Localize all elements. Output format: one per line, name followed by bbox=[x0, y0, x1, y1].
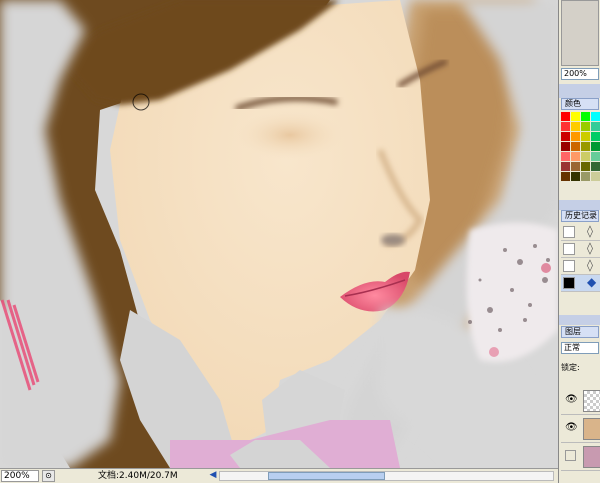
color-swatch[interactable] bbox=[591, 122, 600, 131]
scrollbar-thumb[interactable] bbox=[268, 472, 385, 480]
eye-icon[interactable]: 👁 bbox=[565, 422, 578, 433]
color-swatch[interactable] bbox=[561, 132, 570, 141]
color-swatch[interactable] bbox=[581, 172, 590, 181]
history-brush-icon bbox=[563, 277, 575, 289]
color-swatch[interactable] bbox=[591, 172, 600, 181]
lock-label: 锁定: bbox=[561, 363, 580, 372]
color-swatch[interactable] bbox=[561, 152, 570, 161]
visibility-box[interactable] bbox=[565, 450, 576, 461]
color-swatch[interactable] bbox=[591, 132, 600, 141]
document-size-info: 文档:2.40M/20.7M bbox=[98, 471, 178, 481]
color-swatch[interactable] bbox=[591, 112, 600, 121]
color-swatch[interactable] bbox=[561, 172, 570, 181]
color-swatch[interactable] bbox=[591, 142, 600, 151]
color-swatch[interactable] bbox=[581, 132, 590, 141]
panel-header bbox=[559, 200, 600, 210]
color-swatch[interactable] bbox=[581, 112, 590, 121]
color-swatch[interactable] bbox=[581, 152, 590, 161]
color-swatch[interactable] bbox=[571, 132, 580, 141]
color-swatch[interactable] bbox=[561, 142, 570, 151]
layer-row[interactable]: 👁 bbox=[561, 416, 600, 443]
drop-icon: ◊ bbox=[587, 224, 593, 238]
color-swatch[interactable] bbox=[571, 142, 580, 151]
eye-icon[interactable]: 👁 bbox=[565, 394, 578, 405]
portrait-artwork bbox=[0, 0, 558, 468]
tab-color[interactable]: 颜色 bbox=[561, 98, 599, 110]
history-row[interactable]: ◊ bbox=[561, 224, 600, 241]
color-swatch[interactable] bbox=[581, 142, 590, 151]
status-bar: 200% ⊙ 文档:2.40M/20.7M ◀ bbox=[0, 468, 558, 483]
navigator-zoom-field[interactable]: 200% bbox=[561, 68, 599, 80]
panel-header bbox=[559, 315, 600, 325]
color-swatch[interactable] bbox=[561, 112, 570, 121]
color-swatch[interactable] bbox=[571, 152, 580, 161]
drop-icon: ◊ bbox=[587, 241, 593, 255]
color-swatch[interactable] bbox=[561, 162, 570, 171]
status-menu-button[interactable]: ⊙ bbox=[42, 470, 55, 482]
history-row[interactable]: ◊ bbox=[561, 258, 600, 275]
checkbox[interactable] bbox=[563, 243, 575, 255]
layer-row[interactable] bbox=[561, 444, 600, 471]
checkbox[interactable] bbox=[563, 260, 575, 272]
tab-history[interactable]: 历史记录 bbox=[561, 210, 599, 222]
image-canvas[interactable] bbox=[0, 0, 558, 468]
layer-thumbnail bbox=[583, 446, 600, 468]
drop-icon: ◊ bbox=[587, 258, 593, 272]
color-swatch[interactable] bbox=[571, 162, 580, 171]
horizontal-scrollbar[interactable] bbox=[219, 471, 554, 481]
color-swatch[interactable] bbox=[591, 162, 600, 171]
layer-thumbnail bbox=[583, 418, 600, 440]
history-row-selected[interactable]: ◆ bbox=[561, 275, 600, 292]
drop-icon: ◆ bbox=[587, 275, 597, 289]
color-swatch[interactable] bbox=[561, 122, 570, 131]
navigator-preview bbox=[561, 0, 599, 66]
checkbox[interactable] bbox=[563, 226, 575, 238]
blend-mode-select[interactable]: 正常 bbox=[561, 342, 599, 354]
color-swatch[interactable] bbox=[581, 122, 590, 131]
layer-thumbnail bbox=[583, 390, 600, 412]
zoom-field[interactable]: 200% bbox=[1, 470, 39, 482]
color-swatch[interactable] bbox=[571, 122, 580, 131]
layer-row[interactable]: 👁 bbox=[561, 388, 600, 415]
swatches-grid bbox=[561, 112, 600, 196]
tab-layers[interactable]: 图层 bbox=[561, 326, 599, 338]
color-swatch[interactable] bbox=[571, 112, 580, 121]
scroll-left-arrow-icon[interactable]: ◀ bbox=[208, 469, 218, 482]
history-row[interactable]: ◊ bbox=[561, 241, 600, 258]
side-panels: 200% 颜色 历史记录 ◊ ◊ ◊ ◆ 图层 正常 锁定: 👁 👁 bbox=[558, 0, 600, 483]
color-swatch[interactable] bbox=[591, 152, 600, 161]
color-swatch[interactable] bbox=[571, 172, 580, 181]
color-swatch[interactable] bbox=[581, 162, 590, 171]
panel-header bbox=[559, 84, 600, 98]
